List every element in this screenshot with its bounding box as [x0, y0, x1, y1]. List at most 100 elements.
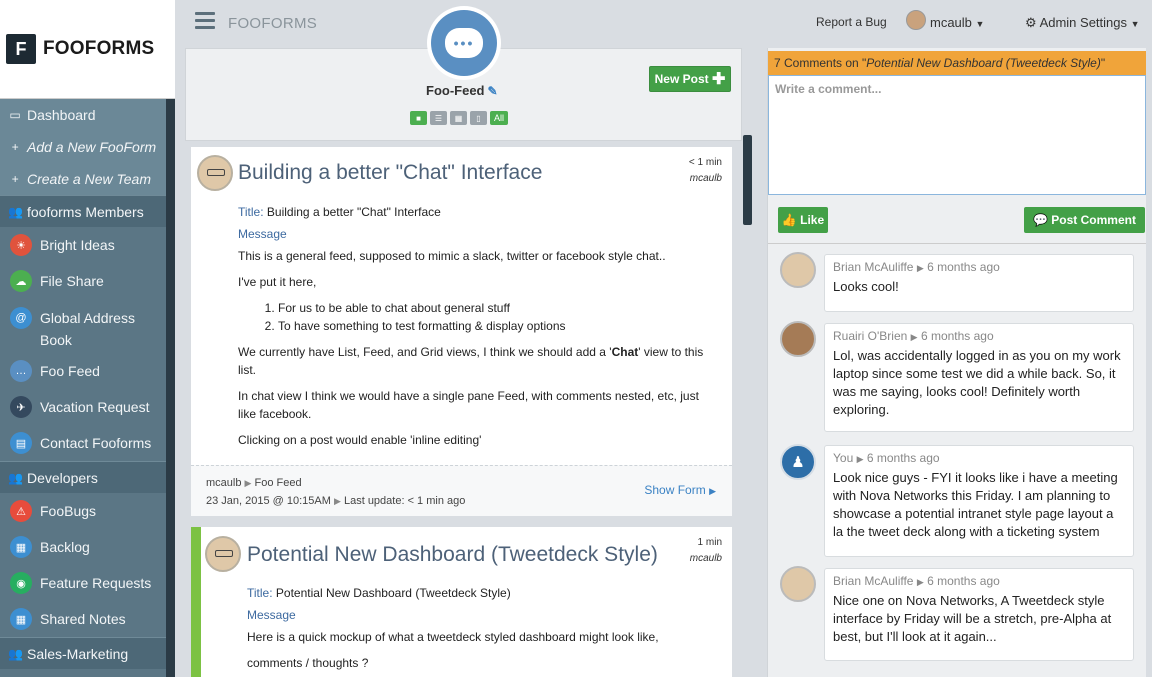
field-value: Potential New Dashboard (Tweetdeck Style… — [275, 586, 511, 600]
topbar: FOOFORMS Report a Bug mcaulb ▼ ⚙ Admin S… — [175, 0, 1152, 46]
like-button[interactable]: 👍 Like — [778, 207, 828, 233]
monitor-icon: ▭ — [9, 108, 21, 122]
sidebar-item-label: Sales-Marketing — [27, 645, 129, 662]
new-post-button[interactable]: New Post ✚ — [649, 66, 731, 92]
sidebar-item-global-address-book[interactable]: @ Global Address Book — [0, 299, 166, 353]
divider — [768, 243, 1146, 244]
post-comment-label: Post Comment — [1051, 213, 1136, 227]
plus-icon: + — [11, 172, 19, 186]
comment-text: Look nice guys - FYI it looks like i hav… — [833, 470, 1118, 539]
comment-item: You ▶ 6 months ago Look nice guys - FYI … — [824, 445, 1134, 557]
grid-view-icon[interactable]: ▦ — [450, 111, 467, 125]
sidebar-item-label: Backlog — [40, 539, 90, 555]
sidebar-item-label: Foo Feed — [40, 363, 100, 379]
sidebar-item-create-team[interactable]: + Create a New Team — [0, 163, 166, 195]
show-form-label: Show Form — [644, 483, 706, 497]
author-avatar — [197, 155, 233, 191]
comments-panel: 7 Comments on "Potential New Dashboard (… — [767, 48, 1146, 677]
post-title[interactable]: Potential New Dashboard (Tweetdeck Style… — [247, 543, 658, 567]
users-icon: 👥 — [8, 204, 23, 219]
user-icon: ♟ — [780, 444, 816, 480]
footer-author[interactable]: mcaulb — [206, 477, 241, 489]
edit-icon[interactable]: ✎ — [488, 84, 498, 98]
sidebar-section-sales-marketing[interactable]: 👥 Sales-Marketing — [0, 637, 166, 669]
comment-item: Ruairi O'Brien ▶ 6 months ago Lol, was a… — [824, 323, 1134, 432]
comment-input[interactable]: Write a comment... — [768, 75, 1146, 195]
document-view-icon[interactable]: ▯ — [470, 111, 487, 125]
sidebar-section-developers[interactable]: 👥 Developers — [0, 461, 166, 493]
sidebar-item-file-share[interactable]: ☁ File Share — [0, 263, 166, 299]
chat-bubble-icon: ••• — [445, 28, 483, 58]
post-body: Title: Potential New Dashboard (Tweetdec… — [247, 584, 717, 677]
sidebar-item-add-fooform[interactable]: + Add a New FooForm — [0, 131, 166, 163]
post-title[interactable]: Building a better "Chat" Interface — [238, 161, 542, 185]
sidebar-item-feature-requests[interactable]: ◉ Feature Requests — [0, 565, 166, 601]
admin-settings-label: Admin Settings — [1039, 15, 1127, 30]
sidebar-item-foobugs[interactable]: ⚠ FooBugs — [0, 493, 166, 529]
plane-icon: ✈ — [10, 396, 32, 418]
lightbulb-icon: ☀ — [10, 234, 32, 256]
field-label: Title: — [247, 586, 273, 600]
field-value: Building a better "Chat" Interface — [266, 205, 441, 219]
chat-icon: … — [10, 360, 32, 382]
feed-scrollbar[interactable] — [743, 135, 752, 225]
user-name: mcaulb — [930, 15, 972, 30]
feed-post[interactable]: Potential New Dashboard (Tweetdeck Style… — [191, 527, 732, 677]
comment-icon: 💬 — [1033, 213, 1048, 227]
message-paragraph: This is a general feed, supposed to mimi… — [238, 249, 666, 263]
sidebar-item-foo-feed[interactable]: … Foo Feed — [0, 353, 166, 389]
feed-post[interactable]: Building a better "Chat" Interface < 1 m… — [191, 147, 732, 516]
caret-right-icon: ▶ — [244, 478, 252, 488]
sidebar-scrollbar[interactable] — [166, 99, 175, 677]
all-view-button[interactable]: All — [490, 111, 508, 125]
caret-down-icon: ▼ — [975, 19, 985, 29]
post-age: 1 min — [697, 537, 722, 548]
sidebar-item-shared-notes[interactable]: ▦ Shared Notes — [0, 601, 166, 637]
logo[interactable]: F FOOFORMS — [0, 0, 175, 99]
new-post-label: New Post — [654, 72, 709, 86]
view-switcher: ■ ☰ ▦ ▯ All — [410, 111, 508, 125]
sidebar-item-backlog[interactable]: ▦ Backlog — [0, 529, 166, 565]
post-comment-button[interactable]: 💬 Post Comment — [1024, 207, 1145, 233]
message-paragraph: In chat view I think we would have a sin… — [238, 389, 699, 421]
hamburger-menu-icon[interactable] — [195, 12, 215, 33]
plus-icon: + — [11, 140, 19, 154]
plus-icon: ✚ — [711, 71, 726, 88]
logo-text: FOOFORMS — [43, 38, 155, 59]
report-bug-link[interactable]: Report a Bug — [816, 15, 887, 29]
comment-text: Nice one on Nova Networks, A Tweetdeck s… — [833, 593, 1112, 644]
show-form-link[interactable]: Show Form ▶ — [644, 483, 716, 497]
field-label: Title: — [238, 205, 264, 219]
message-paragraph: Clicking on a post would enable 'inline … — [238, 433, 482, 447]
sidebar-item-label: Shared Notes — [40, 611, 126, 627]
user-menu[interactable]: mcaulb ▼ — [930, 15, 984, 30]
message-paragraph: I've put it here, — [238, 275, 317, 289]
feed-title: Foo-Feed ✎ — [426, 83, 498, 98]
comment-text: Lol, was accidentally logged in as you o… — [833, 348, 1121, 417]
feed-view-icon[interactable]: ■ — [410, 111, 427, 125]
thumbs-up-icon: 👍 — [781, 213, 797, 227]
post-age: < 1 min — [688, 157, 722, 168]
message-list: For us to be able to chat about general … — [278, 299, 708, 335]
list-item: To have something to test formatting & d… — [278, 317, 708, 335]
message-paragraph: comments / thoughts ? — [247, 656, 369, 670]
caret-down-icon: ▼ — [1130, 19, 1140, 29]
admin-settings-menu[interactable]: ⚙ Admin Settings ▼ — [1025, 15, 1140, 31]
message-paragraph: We currently have List, Feed, and Grid v… — [238, 345, 704, 377]
sidebar-item-label: Feature Requests — [40, 575, 152, 591]
sidebar-item-contact-fooforms[interactable]: ▤ Contact Fooforms — [0, 425, 166, 461]
app-label: FOOFORMS — [228, 15, 318, 32]
list-view-icon[interactable]: ☰ — [430, 111, 447, 125]
sidebar-item-vacation-request[interactable]: ✈ Vacation Request — [0, 389, 166, 425]
footer-feed[interactable]: Foo Feed — [255, 477, 302, 489]
sidebar-item-bright-ideas[interactable]: ☀ Bright Ideas — [0, 227, 166, 263]
sidebar-section-fooforms-members[interactable]: 👥 fooforms Members — [0, 195, 166, 227]
post-time: 1 min mcaulb — [690, 535, 722, 567]
comment-meta: Ruairi O'Brien ▶ 6 months ago — [833, 329, 994, 343]
comment-meta: Brian McAuliffe ▶ 6 months ago — [833, 574, 1000, 588]
feed-title-text: Foo-Feed — [426, 83, 485, 98]
like-label: Like — [800, 213, 825, 227]
user-avatar — [906, 10, 926, 30]
sidebar-item-label: fooforms Members — [27, 203, 144, 220]
sidebar-item-dashboard[interactable]: ▭ Dashboard — [0, 99, 166, 131]
